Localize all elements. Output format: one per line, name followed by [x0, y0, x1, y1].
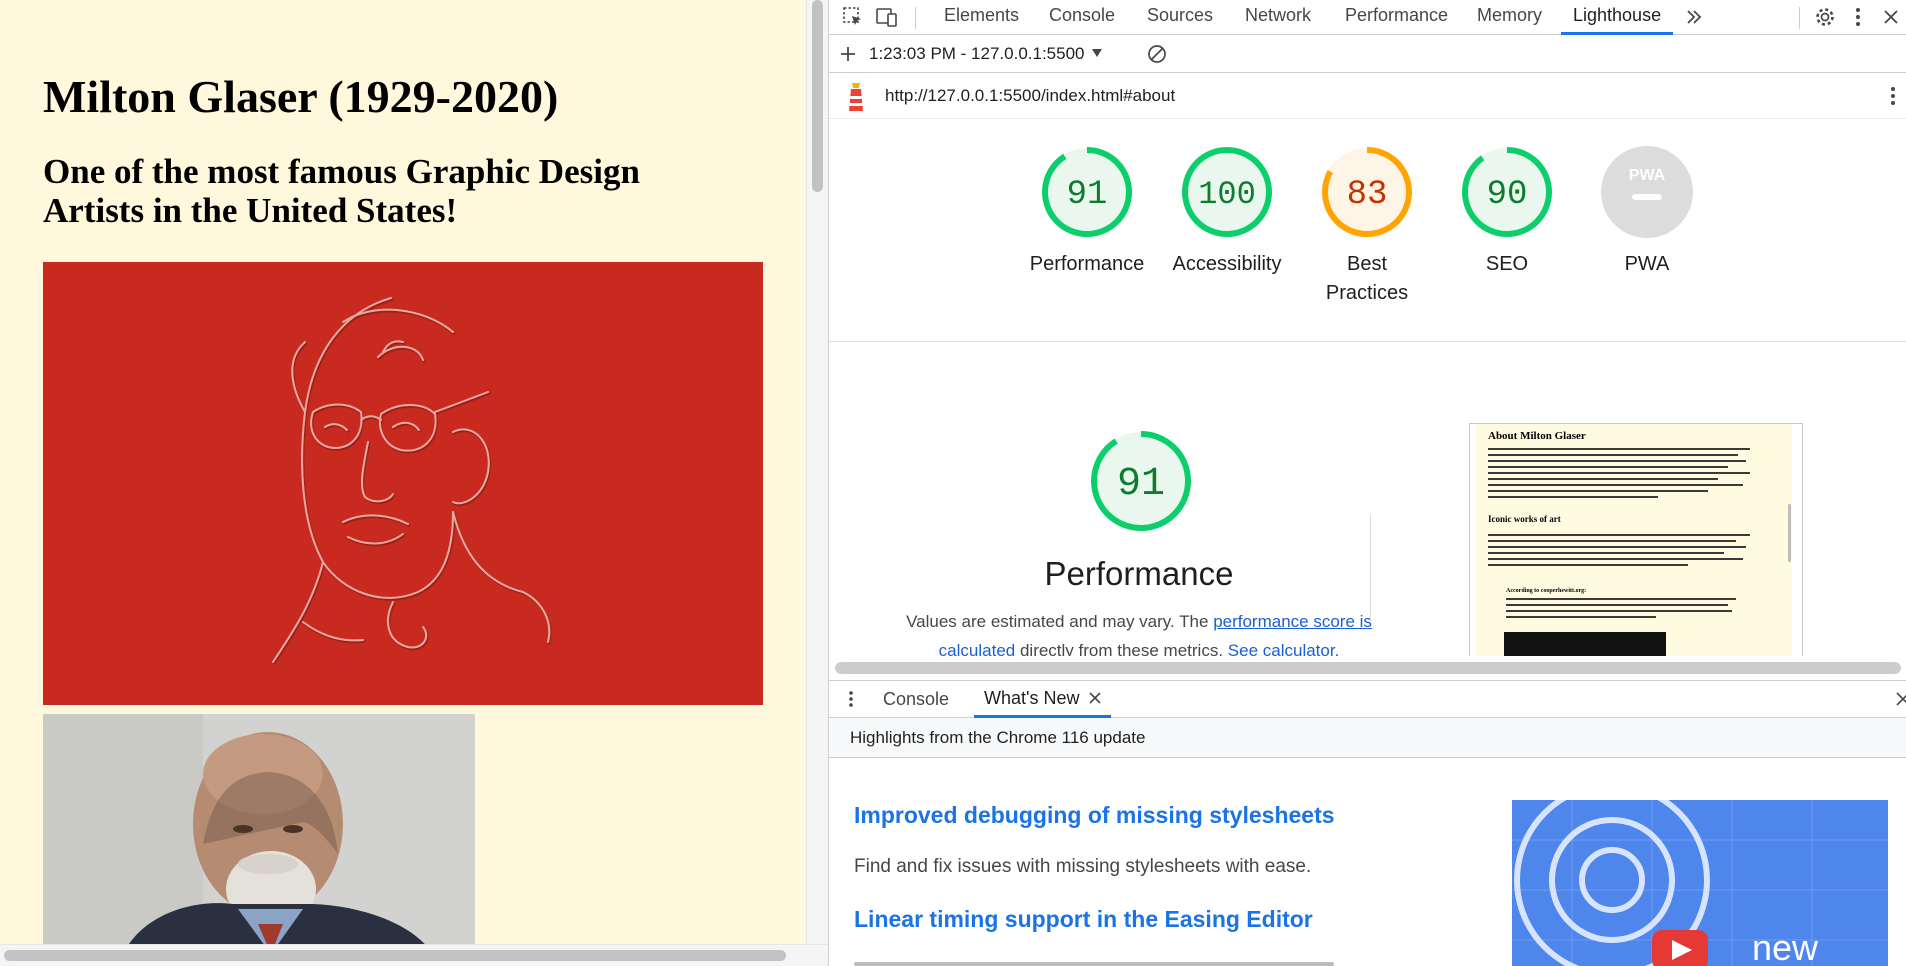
see-calculator-link[interactable]: See calculator. [1228, 641, 1340, 656]
glaser-line-portrait-image [43, 262, 763, 705]
audited-url[interactable]: http://127.0.0.1:5500/index.html#about [885, 73, 1175, 119]
gauge-ring: 83 [1322, 147, 1412, 237]
gauge-ring: 100 [1182, 147, 1272, 237]
tab-lighthouse[interactable]: Lighthouse [1561, 0, 1674, 35]
tab-memory[interactable]: Memory [1477, 0, 1542, 35]
gauge-label: PWA [1624, 253, 1670, 275]
preview-quote-label: According to cooperhewitt.org: [1506, 588, 1587, 594]
tab-performance[interactable]: Performance [1345, 0, 1448, 35]
report-menu-kebab-icon[interactable] [1879, 82, 1906, 110]
gauge-pwa[interactable]: PWA PWA [1577, 144, 1717, 279]
drawer-tab-whats-new[interactable]: What's New [974, 680, 1112, 718]
gauge-best-practices[interactable]: 83 Best Practices [1297, 144, 1437, 308]
performance-description: Values are estimated and may vary. The p… [869, 607, 1409, 656]
new-report-plus-icon[interactable] [834, 40, 862, 68]
gauge-ring: 91 [1042, 147, 1132, 237]
gauge-accessibility[interactable]: 100 Accessibility [1157, 144, 1297, 279]
gauge-label: Accessibility [1172, 253, 1282, 275]
close-drawer-icon[interactable] [1889, 685, 1906, 713]
whats-new-item-desc-cutoff [854, 962, 1334, 966]
drawer-tab-whats-new-label: What's New [984, 688, 1080, 708]
tab-elements[interactable]: Elements [944, 0, 1019, 35]
gauge-ring: 90 [1462, 147, 1552, 237]
lighthouse-url-bar: http://127.0.0.1:5500/index.html#about [829, 73, 1906, 119]
page-viewport: Milton Glaser (1929-2020) One of the mos… [0, 0, 828, 966]
gauge-score: 83 [1347, 176, 1388, 214]
devtools-horizontal-scrollbar[interactable] [835, 662, 1901, 674]
gauge-seo[interactable]: 90 SEO [1437, 144, 1577, 279]
whats-new-item-desc: Find and fix issues with missing stylesh… [854, 856, 1312, 877]
gauge-label: Best Practices [1325, 253, 1409, 304]
section-divider [1370, 515, 1371, 623]
lighthouse-logo-icon [845, 81, 867, 118]
report-selector-dropdown[interactable]: 1:23:03 PM - 127.0.0.1:5500 [869, 35, 1103, 73]
promo-new-text: new [1752, 927, 1819, 966]
gauge-score: 91 [1067, 176, 1108, 214]
page-vertical-scrollbar-thumb[interactable] [812, 0, 823, 192]
double-chevron-right-icon[interactable] [1680, 3, 1708, 31]
tab-network[interactable]: Network [1245, 0, 1311, 35]
clear-reports-block-icon[interactable] [1143, 40, 1171, 68]
pwa-badge-text: PWA [1629, 167, 1666, 184]
caret-down-icon [1091, 45, 1103, 63]
page-subtitle: One of the most famous Graphic Design Ar… [43, 152, 640, 230]
gauge-label: SEO [1485, 253, 1529, 275]
settings-gear-icon[interactable] [1811, 3, 1839, 31]
page-title: Milton Glaser (1929-2020) [43, 71, 559, 122]
drawer-tab-console[interactable]: Console [883, 681, 949, 718]
close-tab-icon[interactable] [1089, 680, 1102, 716]
close-devtools-icon[interactable] [1877, 3, 1905, 31]
device-toolbar-icon[interactable] [873, 3, 901, 31]
gauge-performance[interactable]: 91 Performance [1017, 144, 1157, 279]
toolbar-separator [915, 7, 916, 29]
preview-heading: About Milton Glaser [1488, 430, 1586, 442]
pwa-badge-icon: PWA [1601, 146, 1693, 238]
devtools-tabbar: Elements Console Sources Network Perform… [829, 0, 1906, 35]
tab-console[interactable]: Console [1049, 0, 1115, 35]
lighthouse-report-bar: 1:23:03 PM - 127.0.0.1:5500 [829, 35, 1906, 73]
more-options-vertical-icon[interactable] [1844, 3, 1872, 31]
inspect-element-icon[interactable] [839, 3, 867, 31]
drawer-tabbar: Console What's New [829, 680, 1906, 718]
preview-text-lines [1488, 448, 1750, 656]
tab-sources[interactable]: Sources [1147, 0, 1213, 35]
whats-new-header-text: Highlights from the Chrome 116 update [850, 728, 1146, 747]
whats-new-promo-video[interactable]: new [1512, 800, 1888, 966]
performance-large-gauge: 91 [1088, 428, 1194, 539]
whats-new-body: Improved debugging of missing stylesheet… [829, 758, 1906, 966]
performance-section: 91 Performance Values are estimated and … [829, 343, 1906, 656]
drawer-menu-kebab-icon[interactable] [837, 685, 865, 713]
page-vertical-scrollbar[interactable] [806, 0, 828, 944]
report-selector-label: 1:23:03 PM - 127.0.0.1:5500 [869, 44, 1085, 63]
preview-subheading: Iconic works of art [1488, 514, 1561, 524]
performance-title: Performance [1044, 555, 1234, 592]
whats-new-header: Highlights from the Chrome 116 update [829, 718, 1906, 758]
devtools-panel: Elements Console Sources Network Perform… [828, 0, 1906, 966]
gauge-label: Performance [1029, 253, 1145, 275]
final-screenshot-preview[interactable]: About Milton Glaser Iconic works of art … [1469, 423, 1803, 656]
preview-scrollbar [1788, 504, 1791, 562]
gauge-score: 90 [1487, 176, 1528, 214]
gauge-score: 100 [1198, 176, 1256, 213]
toolbar-separator [1799, 7, 1800, 29]
glaser-portrait-photo [43, 714, 475, 954]
page-horizontal-scrollbar-thumb[interactable] [4, 950, 786, 961]
performance-desc-prefix: Values are estimated and may vary. The [906, 612, 1214, 631]
whats-new-item-title[interactable]: Improved debugging of missing stylesheet… [854, 802, 1335, 829]
page-horizontal-scrollbar[interactable] [0, 944, 828, 966]
performance-large-score: 91 [1117, 462, 1165, 507]
performance-desc-middle: directly from these metrics. [1015, 641, 1228, 656]
whats-new-item-title[interactable]: Linear timing support in the Easing Edit… [854, 906, 1313, 933]
score-gauges-row: 91 Performance 100 Accessibility 83 Best… [829, 120, 1906, 342]
